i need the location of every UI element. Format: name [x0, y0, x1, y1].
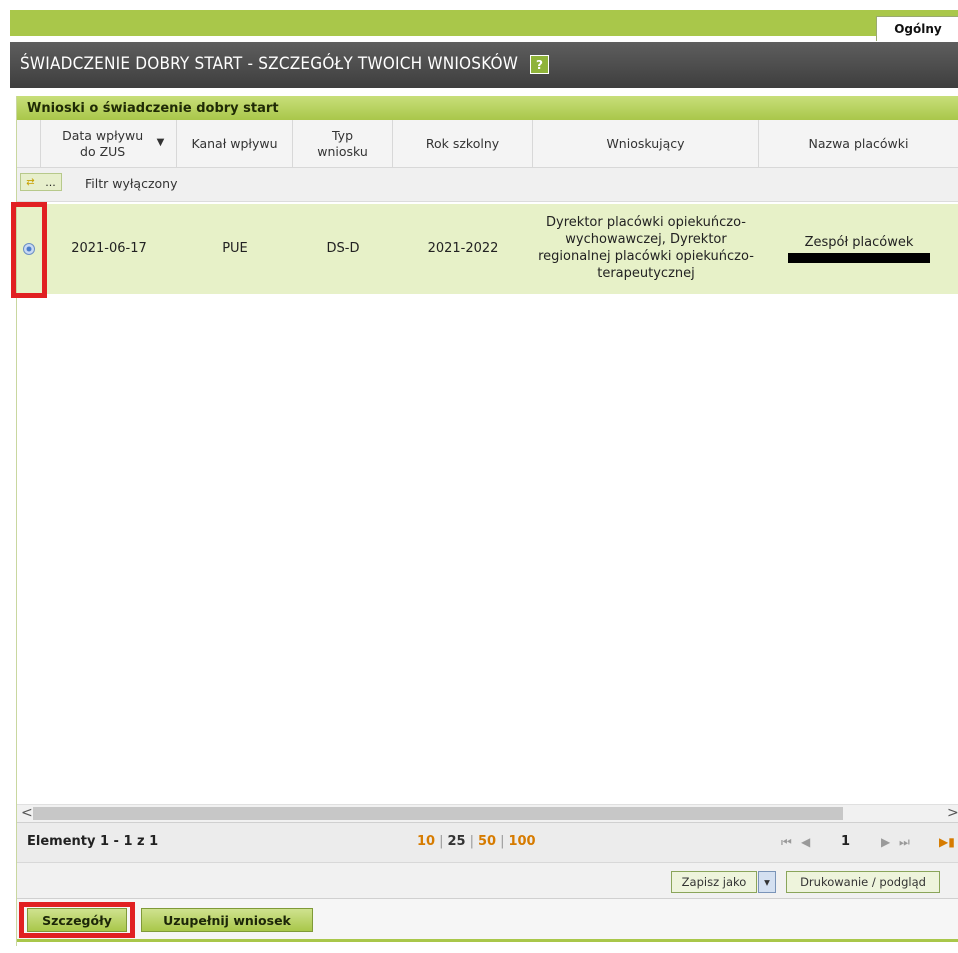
filter-icon: ⇄ — [26, 176, 35, 188]
panel-title: Wnioski o świadczenie dobry start — [17, 96, 958, 120]
top-accent-bar — [10, 10, 958, 36]
tab-general[interactable]: Ogólny — [876, 16, 958, 41]
pager: Elementy 1 - 1 z 1 10 | 25 | 50 | 100 ⏮ ◀ 1 ▶ … — [17, 822, 958, 863]
filter-button-label: ... — [45, 175, 56, 189]
page-size-selector: 10 | 25 | 50 | 100 — [417, 834, 536, 849]
page-title: ŚWIADCZENIE DOBRY START - SZCZEGÓŁY TWOI… — [20, 54, 519, 74]
page-size-50[interactable]: 50 — [478, 834, 496, 849]
refresh-icon[interactable]: ▶▮ — [939, 835, 955, 849]
table-row[interactable]: 2021-06-17 PUE DS-D 2021-2022 Dyrektor p… — [17, 204, 958, 294]
save-as-button[interactable]: Zapisz jako — [671, 871, 757, 893]
column-header-applicant[interactable]: Wnioskujący — [533, 120, 759, 168]
first-page-icon[interactable]: ⏮ — [781, 835, 792, 850]
column-header-date-label: Data wpływu do ZUS — [62, 127, 144, 159]
cell-type: DS-D — [326, 240, 360, 256]
page-size-100[interactable]: 100 — [508, 834, 535, 849]
next-page-icon[interactable]: ▶ — [881, 835, 890, 849]
redacted-block — [788, 253, 930, 264]
current-page: 1 — [841, 834, 851, 849]
last-page-icon[interactable]: ⏭ — [899, 835, 910, 850]
page-header: ŚWIADCZENIE DOBRY START - SZCZEGÓŁY TWOI… — [10, 42, 958, 88]
help-icon[interactable]: ? — [530, 55, 549, 74]
cell-date: 2021-06-17 — [71, 240, 147, 256]
select-column-header — [17, 120, 41, 168]
save-as-dropdown-icon[interactable]: ▾ — [758, 871, 776, 893]
highlight-box-details — [19, 902, 135, 938]
horizontal-scrollbar[interactable]: < > — [17, 804, 958, 823]
filter-button[interactable]: ⇄ ... — [20, 173, 62, 191]
page-size-10[interactable]: 10 — [417, 834, 435, 849]
column-header-date[interactable]: Data wpływu do ZUS ▼ — [41, 120, 177, 168]
highlight-box-radio — [11, 202, 47, 298]
filter-status: Filtr wyłączony — [85, 176, 178, 191]
cell-applicant: Dyrektor placówki opiekuńczo-wychowawcze… — [538, 215, 754, 281]
scroll-right-icon[interactable]: > — [947, 805, 958, 821]
scroll-left-icon[interactable]: < — [21, 805, 33, 821]
pager-info: Elementy 1 - 1 z 1 — [27, 834, 159, 849]
print-preview-button[interactable]: Drukowanie / podgląd — [786, 871, 940, 893]
filter-row: ⇄ ... Filtr wyłączony — [17, 168, 958, 202]
column-header-channel[interactable]: Kanał wpływu — [177, 120, 293, 168]
scrollbar-thumb[interactable] — [33, 807, 843, 820]
cell-facility-name: Zespół placówek — [804, 234, 914, 250]
action-bar: Szczegóły Uzupełnij wniosek — [17, 898, 958, 942]
column-header-school-year[interactable]: Rok szkolny — [393, 120, 533, 168]
cell-channel: PUE — [222, 240, 248, 256]
complete-application-button[interactable]: Uzupełnij wniosek — [141, 908, 313, 932]
export-bar: Zapisz jako ▾ Drukowanie / podgląd — [17, 862, 958, 899]
prev-page-icon[interactable]: ◀ — [801, 835, 810, 849]
cell-facility: Zespół placówek — [759, 204, 958, 294]
page-size-25[interactable]: 25 — [447, 834, 465, 849]
cell-school-year: 2021-2022 — [427, 240, 499, 256]
sort-desc-icon: ▼ — [156, 137, 165, 149]
column-header-type[interactable]: Typ wniosku — [293, 120, 393, 168]
column-header-facility[interactable]: Nazwa placówki — [759, 120, 958, 168]
applications-panel: Wnioski o świadczenie dobry start Data w… — [11, 96, 958, 946]
